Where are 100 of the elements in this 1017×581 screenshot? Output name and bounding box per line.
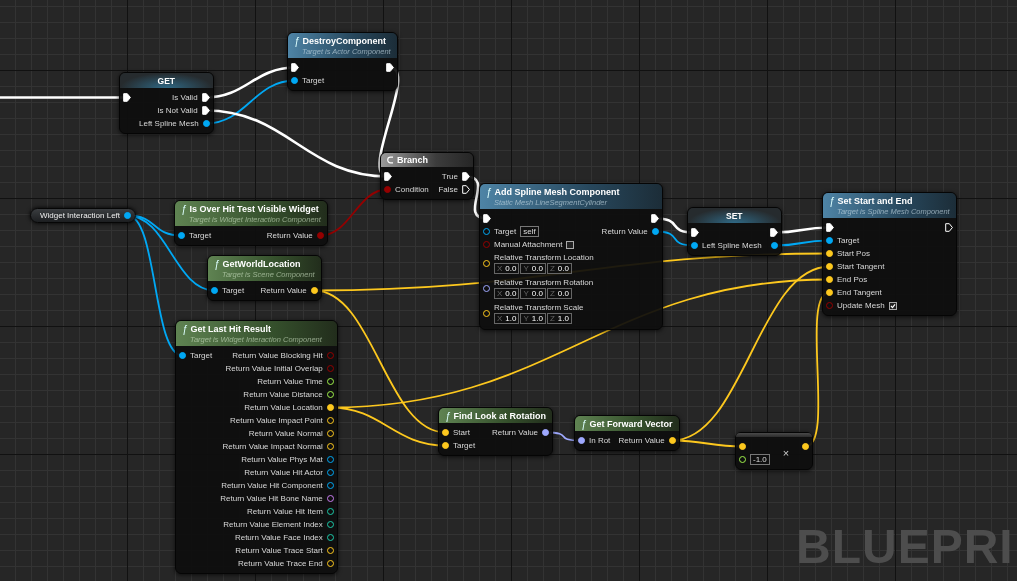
exec-pin[interactable]: [483, 214, 491, 223]
node-title: DestroyComponent: [302, 36, 387, 46]
node-title: Get Last Hit Result: [190, 324, 272, 334]
graph-node[interactable]: ƒ Find Look at Rotation Start Target Return Value: [438, 407, 554, 456]
graph-node[interactable]: [175, 320, 338, 574]
pin-label: False: [438, 185, 458, 194]
value-field[interactable]: -1.0: [750, 454, 770, 465]
pin-label: Return Value Blocking Hit: [232, 351, 323, 360]
pin-label: Return Value Hit Component: [221, 481, 323, 490]
graph-node[interactable]: [479, 183, 663, 330]
number-field[interactable]: X 0.0: [494, 263, 520, 274]
graph-node[interactable]: SET Left Spline Mesh: [687, 207, 782, 256]
data-pin[interactable]: [542, 429, 550, 436]
exec-pin[interactable]: [123, 93, 131, 102]
number-field[interactable]: Y 1.0: [520, 313, 546, 324]
pin-label: Return Value Impact Normal: [222, 442, 323, 451]
graph-node[interactable]: GET Is Valid Is Not Valid Left Spline Mesh: [119, 72, 214, 134]
checkbox[interactable]: [566, 240, 575, 249]
pin-label: Return Value Element Index: [223, 520, 323, 529]
number-field[interactable]: X 1.0: [494, 313, 520, 324]
data-pin[interactable]: [178, 232, 185, 239]
pin-label: Return Value Hit Bone Name: [220, 494, 323, 503]
node-title: GET: [157, 76, 176, 86]
data-pin[interactable]: [211, 287, 218, 294]
exec-pin[interactable]: [826, 223, 834, 232]
pin-label: End Tangent: [837, 288, 882, 297]
pin-label: Target: [302, 76, 325, 85]
number-field[interactable]: Y 0.0: [520, 288, 546, 299]
pin-label: Return Value Initial Overlap: [225, 364, 323, 373]
data-pin[interactable]: [202, 120, 210, 127]
graph-canvas[interactable]: [0, 0, 1017, 581]
node-title: GetWorldLocation: [222, 259, 301, 269]
pin-label: Start: [453, 428, 470, 437]
node-title: Add Spline Mesh Component: [494, 187, 620, 197]
exec-pin[interactable]: [384, 172, 392, 181]
number-field[interactable]: Y 0.0: [520, 263, 546, 274]
number-field[interactable]: Z 0.0: [546, 263, 572, 274]
pin-label: Target: [190, 351, 213, 360]
number-field[interactable]: Z 1.0: [546, 313, 572, 324]
pin-label: Target: [837, 236, 860, 245]
pin-label: Target: [189, 231, 212, 240]
exec-pin[interactable]: [385, 63, 394, 72]
exec-pin[interactable]: [944, 223, 953, 232]
pin-label: End Pos: [837, 275, 868, 284]
pin-label: Return Value Face Index: [234, 533, 323, 542]
pin-label: Return Value: [618, 436, 665, 445]
function-icon: ƒ: [445, 411, 451, 421]
pin-label: Return Value: [491, 428, 539, 437]
node-title: Widget Interaction Left: [40, 211, 121, 220]
pin-label: Return Value Hit Actor: [244, 468, 323, 477]
graph-node[interactable]: Branch Condition True False: [380, 152, 474, 200]
operator-label: ×: [782, 447, 790, 459]
pin-label: Return Value Trace End: [238, 559, 323, 568]
pin-label: Update Mesh: [837, 301, 885, 310]
branch-icon: [387, 156, 394, 164]
pin-label: Return Value Distance: [243, 390, 323, 399]
function-icon: ƒ: [181, 204, 187, 214]
pin-label: Return Value Phys Mat: [241, 455, 323, 464]
data-pin[interactable]: [770, 242, 778, 249]
pin-label: Relative Transform Location: [494, 253, 594, 262]
pin-label: Return Value Time: [257, 377, 323, 386]
exec-pin[interactable]: [462, 172, 470, 181]
variable-node[interactable]: Widget Interaction Left: [30, 208, 137, 223]
pin-label: Relative Transform Scale: [494, 303, 584, 312]
exec-pin[interactable]: [650, 214, 659, 223]
number-field[interactable]: X 0.0: [494, 288, 520, 299]
number-field[interactable]: Z 0.0: [546, 288, 572, 299]
data-pin[interactable]: [691, 242, 698, 249]
exec-pin[interactable]: [291, 63, 299, 72]
checkbox[interactable]: [888, 301, 897, 310]
data-pin[interactable]: [826, 237, 833, 244]
pin-label: Is Valid: [171, 93, 198, 102]
pin-label: Manual Attachment: [494, 240, 563, 249]
function-icon: ƒ: [486, 187, 492, 197]
node-title: Set Start and End: [837, 196, 913, 206]
pin-label: Start Tangent: [837, 262, 885, 271]
pin-label: Return Value Normal: [248, 429, 323, 438]
data-pin[interactable]: [651, 228, 659, 235]
pin-label: Return Value Location: [244, 403, 323, 412]
data-pin[interactable]: [179, 352, 186, 359]
pin-label: Condition: [395, 185, 429, 194]
exec-pin[interactable]: [691, 228, 699, 237]
pin-label: True: [441, 172, 458, 181]
exec-pin[interactable]: [201, 106, 210, 115]
function-icon: ƒ: [829, 196, 835, 206]
data-pin[interactable]: [578, 437, 585, 444]
exec-pin[interactable]: [769, 228, 778, 237]
graph-node[interactable]: ƒ Get Forward Vector In Rot Return Value: [574, 415, 680, 451]
value-field[interactable]: self: [520, 226, 539, 237]
graph-node[interactable]: -1.0 ×: [735, 432, 813, 470]
data-pin[interactable]: [124, 212, 132, 219]
pin-label: Left Spline Mesh: [139, 119, 199, 128]
exec-pin[interactable]: [462, 185, 470, 194]
node-title: Branch: [397, 155, 428, 165]
function-icon: ƒ: [214, 259, 220, 269]
pin-label: Return Value: [266, 231, 313, 240]
node-title: Find Look at Rotation: [453, 411, 547, 421]
data-pin[interactable]: [291, 77, 298, 84]
exec-pin[interactable]: [201, 93, 210, 102]
node-title: SET: [726, 211, 743, 221]
